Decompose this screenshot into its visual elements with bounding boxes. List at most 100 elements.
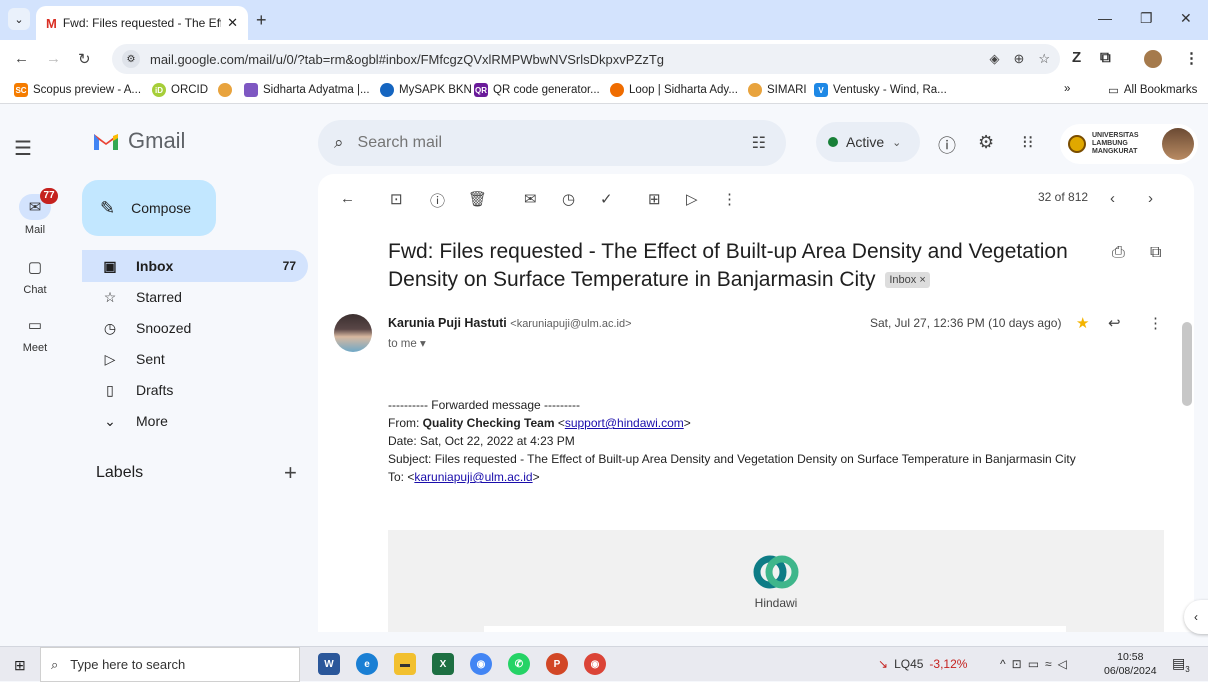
account-avatar[interactable] [1162, 128, 1194, 160]
install-app-icon[interactable]: ◈ [989, 51, 999, 67]
search-options-icon[interactable]: ☷ [752, 133, 766, 153]
apps-grid-icon[interactable]: ⁝⁝ [1022, 132, 1033, 153]
delete-icon[interactable]: 🗑 [468, 190, 487, 208]
chrome-profile-app-icon[interactable]: ◉ [584, 653, 606, 675]
bookmark-mysapk[interactable]: MySAPK BKN [380, 83, 472, 97]
profile-avatar[interactable] [1144, 50, 1162, 68]
tab-search-button[interactable]: ⌄ [8, 8, 30, 30]
rail-meet[interactable]: ▭ Meet [0, 312, 70, 354]
file-explorer-icon[interactable]: ▬ [394, 653, 416, 675]
open-new-window-icon[interactable]: ⧉ [1150, 244, 1161, 262]
system-tray[interactable]: ^⊡▭≈◁ [1000, 657, 1073, 671]
scrollbar-thumb[interactable] [1182, 322, 1192, 406]
university-seal-icon [1068, 135, 1086, 153]
bookmark-unnamed[interactable] [218, 83, 232, 97]
search-icon[interactable]: ⌕ [334, 133, 344, 153]
taskbar-search[interactable]: ⌕ Type here to search [40, 647, 300, 682]
recipients-toggle[interactable]: to me ▾ [388, 336, 426, 350]
address-bar[interactable]: ⚙ mail.google.com/mail/u/0/?tab=rm&ogbl#… [112, 44, 1060, 74]
star-icon[interactable]: ★ [1076, 314, 1089, 332]
settings-gear-icon[interactable]: ⚙ [978, 132, 994, 153]
bookmark-orcid[interactable]: iD ORCID [152, 83, 208, 97]
nav-inbox[interactable]: ▣ Inbox 77 [82, 250, 308, 282]
rail-chat[interactable]: ▢ Chat [0, 254, 70, 296]
browser-menu-icon[interactable]: ⋮ [1184, 49, 1199, 67]
browser-tab[interactable]: M Fwd: Files requested - The Effec ✕ [36, 6, 248, 40]
taskbar-clock[interactable]: 10:58 06/08/2024 [1104, 650, 1157, 678]
close-tab-icon[interactable]: ✕ [227, 15, 238, 31]
bookmark-label: ORCID [171, 84, 209, 96]
back-icon[interactable]: ← [14, 50, 29, 67]
report-spam-icon[interactable]: ⓘ [430, 190, 445, 211]
snooze-icon[interactable]: ◷ [562, 190, 575, 208]
close-window-icon[interactable]: ✕ [1180, 10, 1192, 27]
zoom-icon[interactable]: ⊕ [1013, 51, 1024, 67]
network-icon[interactable]: ⊡ [1012, 657, 1028, 671]
reply-icon[interactable]: ↩ [1108, 314, 1121, 332]
account-badge[interactable]: UNIVERSITAS LAMBUNG MANGKURAT [1060, 124, 1198, 164]
bookmarks-overflow-button[interactable]: » [1064, 83, 1070, 95]
forward-icon[interactable]: → [46, 50, 61, 67]
chrome-app-icon[interactable]: ◉ [470, 653, 492, 675]
older-icon[interactable]: › [1148, 190, 1153, 207]
nav-drafts[interactable]: ▯ Drafts [82, 374, 308, 406]
mark-unread-icon[interactable]: ✉ [524, 190, 537, 208]
battery-icon[interactable]: ▭ [1028, 657, 1045, 671]
status-chip[interactable]: Active ⌄ [816, 122, 920, 162]
bookmark-qr[interactable]: QR QR code generator... [474, 83, 600, 97]
move-to-icon[interactable]: ⊞ [648, 190, 661, 208]
gmail-logo[interactable]: Gmail [92, 128, 185, 154]
site-info-icon[interactable]: ⚙ [122, 50, 140, 68]
more-actions-icon[interactable]: ⋮ [722, 190, 737, 208]
nav-sent[interactable]: ▷ Sent [82, 343, 308, 375]
volume-icon[interactable]: ◁ [1058, 657, 1073, 671]
search-input[interactable] [357, 134, 698, 152]
all-bookmarks-button[interactable]: ▭ All Bookmarks [1108, 83, 1197, 97]
bookmarks-bar: SC Scopus preview - A... iD ORCID Sidhar… [0, 78, 1208, 104]
bookmark-loop[interactable]: Loop | Sidharta Ady... [610, 83, 738, 97]
restore-icon[interactable]: ❐ [1140, 10, 1153, 27]
main-menu-icon[interactable]: ☰ [14, 136, 32, 161]
more-options-icon[interactable]: ⋮ [1148, 314, 1163, 332]
wifi-icon[interactable]: ≈ [1045, 657, 1058, 671]
search-bar[interactable]: ⌕ ☷ [318, 120, 786, 166]
excel-app-icon[interactable]: X [432, 653, 454, 675]
whatsapp-app-icon[interactable]: ✆ [508, 653, 530, 675]
notification-center-icon[interactable]: ▤3 [1172, 655, 1190, 674]
extensions-puzzle-icon[interactable]: ⧉ [1100, 49, 1111, 66]
new-tab-button[interactable]: + [256, 10, 267, 31]
help-icon[interactable]: ⓘ [938, 132, 956, 158]
bookmark-simari[interactable]: SIMARI [748, 83, 807, 97]
from-email-link[interactable]: support@hindawi.com [565, 416, 684, 430]
powerpoint-app-icon[interactable]: P [546, 653, 568, 675]
back-to-inbox-icon[interactable]: ← [340, 190, 355, 207]
reload-icon[interactable]: ↻ [78, 50, 91, 68]
nav-more[interactable]: ⌄ More [82, 405, 308, 437]
word-app-icon[interactable]: W [318, 653, 340, 675]
to-email-link[interactable]: karuniapuji@ulm.ac.id [414, 470, 532, 484]
nav-starred[interactable]: ☆ Starred [82, 281, 308, 313]
archive-icon[interactable]: ⊡ [390, 190, 403, 208]
newer-icon[interactable]: ‹ [1110, 190, 1115, 207]
sender-name[interactable]: Karunia Puji Hastuti [388, 316, 507, 330]
add-label-button[interactable]: + [284, 460, 297, 486]
bookmark-sidharta[interactable]: Sidharta Adyatma |... [244, 83, 370, 97]
extension-z-icon[interactable]: Z [1072, 49, 1081, 66]
inbox-label-chip[interactable]: Inbox × [885, 272, 930, 289]
print-icon[interactable]: ⎙ [1112, 244, 1125, 262]
label-icon[interactable]: ▷ [686, 190, 698, 208]
nav-snoozed[interactable]: ◷ Snoozed [82, 312, 308, 344]
windows-start-icon[interactable]: ⊞ [14, 657, 26, 674]
tray-chevron-icon[interactable]: ^ [1000, 657, 1012, 671]
stock-widget[interactable]: ↘ LQ45 -3,12% [878, 657, 967, 671]
compose-button[interactable]: ✎ Compose [82, 180, 216, 236]
bookmark-star-icon[interactable]: ☆ [1038, 51, 1050, 67]
rail-mail[interactable]: ✉ 77 Mail [0, 188, 70, 236]
bookmark-scopus[interactable]: SC Scopus preview - A... [14, 83, 141, 97]
minimize-icon[interactable]: — [1098, 10, 1112, 26]
stock-arrow-icon: ↘ [878, 657, 889, 671]
add-task-icon[interactable]: ✓ [600, 190, 613, 208]
sender-avatar[interactable] [334, 314, 372, 352]
bookmark-ventusky[interactable]: V Ventusky - Wind, Ra... [814, 83, 947, 97]
edge-app-icon[interactable]: e [356, 653, 378, 675]
